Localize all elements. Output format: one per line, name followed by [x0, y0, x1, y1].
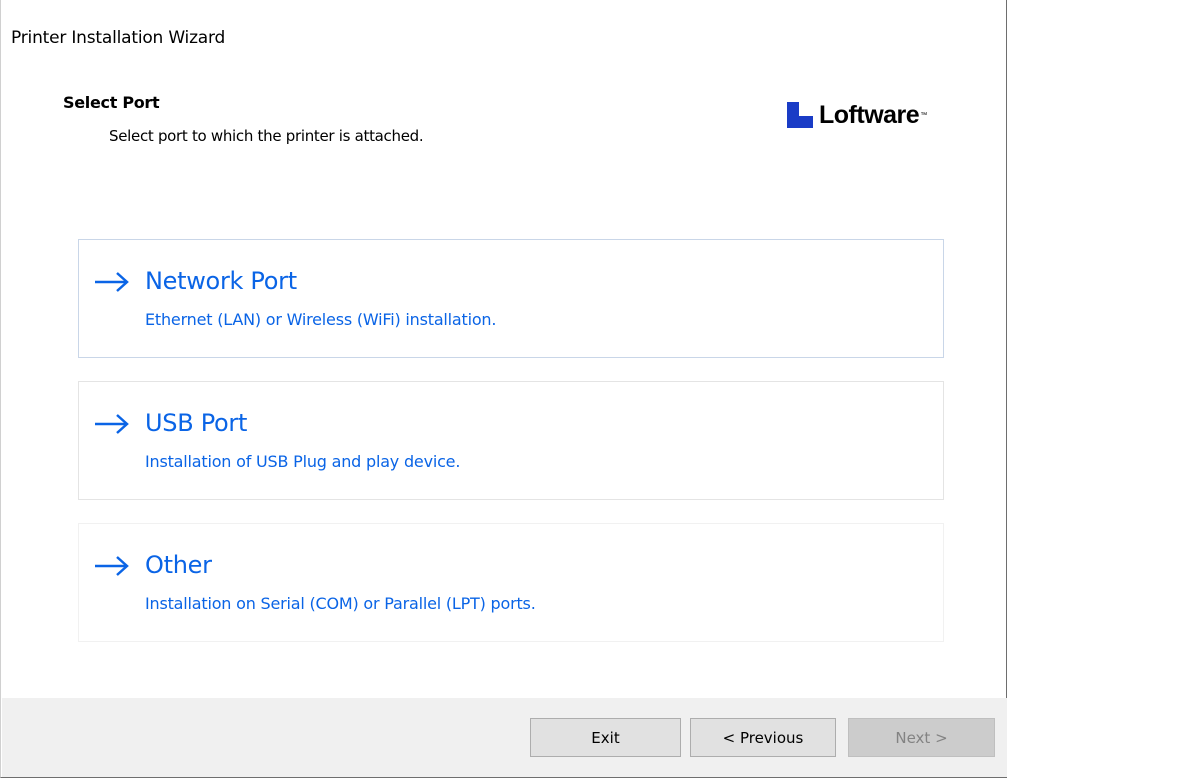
option-usb-port[interactable]: USB Port Installation of USB Plug and pl… — [78, 381, 944, 500]
wizard-footer: Exit < Previous Next > — [2, 698, 1007, 777]
option-description: Installation on Serial (COM) or Parallel… — [145, 594, 536, 613]
option-title: Other — [145, 551, 212, 579]
option-title: Network Port — [145, 267, 297, 295]
arrow-right-icon — [95, 556, 129, 576]
wizard-window: Printer Installation Wizard Select Port … — [0, 0, 1007, 778]
arrow-right-icon — [95, 414, 129, 434]
option-description: Installation of USB Plug and play device… — [145, 452, 461, 471]
arrow-right-icon — [95, 272, 129, 292]
window-title: Printer Installation Wizard — [11, 28, 226, 48]
previous-button[interactable]: < Previous — [690, 718, 836, 757]
option-title: USB Port — [145, 409, 248, 437]
option-description: Ethernet (LAN) or Wireless (WiFi) instal… — [145, 310, 497, 329]
page-heading: Select Port — [63, 93, 160, 112]
page-subheading: Select port to which the printer is atta… — [109, 127, 424, 145]
option-other-port[interactable]: Other Installation on Serial (COM) or Pa… — [78, 523, 944, 642]
logo-trademark: ™ — [920, 112, 928, 119]
loftware-logo-mark-icon — [787, 101, 815, 130]
next-button[interactable]: Next > — [848, 718, 995, 757]
logo-text: Loftware — [819, 101, 920, 129]
exit-button[interactable]: Exit — [530, 718, 681, 757]
loftware-logo: Loftware ™ — [787, 101, 927, 130]
option-network-port[interactable]: Network Port Ethernet (LAN) or Wireless … — [78, 239, 944, 358]
